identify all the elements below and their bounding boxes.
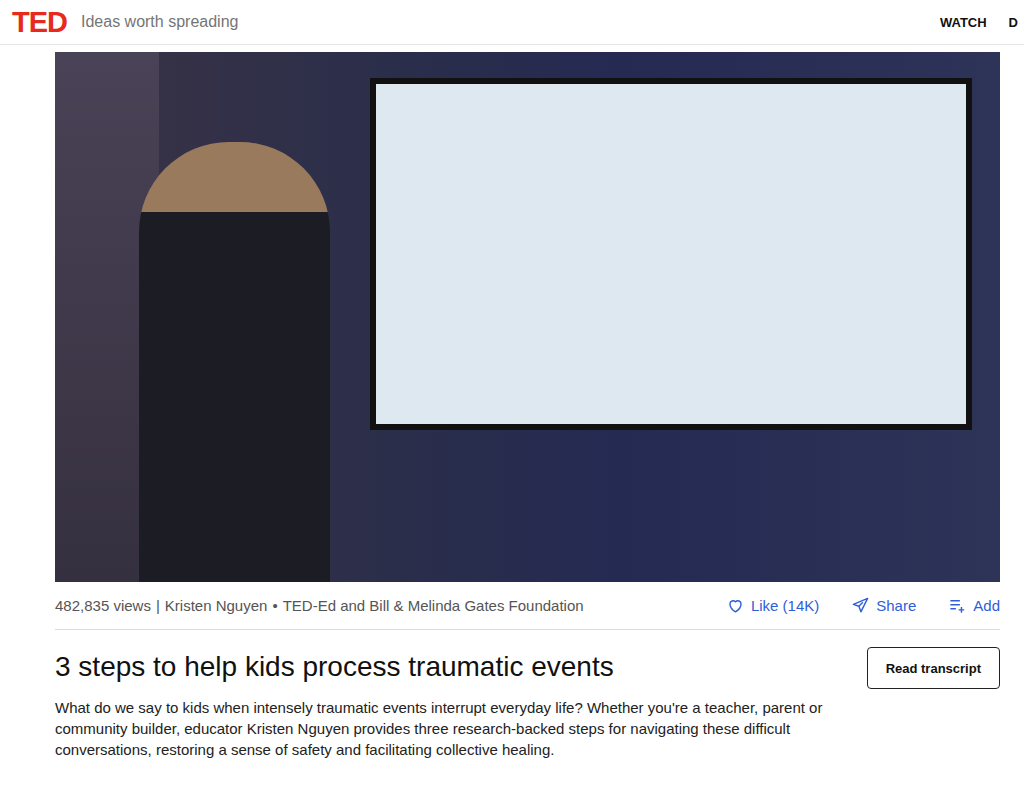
view-count: 482,835 views [55,597,151,614]
talk-description: What do we say to kids when intensely tr… [55,697,855,760]
main-nav: WATCH D [940,15,1018,30]
event-name[interactable]: TED-Ed and Bill & Melinda Gates Foundati… [283,597,584,614]
like-button[interactable]: Like (14K) [726,596,819,615]
video-player[interactable] [55,52,1000,582]
talk-meta: 482,835 views | Kristen Nguyen• TED-Ed and … [55,597,584,614]
add-button[interactable]: Add [948,596,1000,615]
nav-item[interactable]: D [1009,15,1018,30]
talk-content: 482,835 views | Kristen Nguyen• TED-Ed and … [55,52,1000,760]
read-transcript-button[interactable]: Read transcript [867,647,1000,689]
talk-actions: Like (14K) Share Add [726,596,1000,615]
tagline: Ideas worth spreading [81,13,238,31]
paper-plane-icon [851,596,870,615]
title-row: 3 steps to help kids process traumatic e… [55,647,1000,689]
heart-icon [726,596,745,615]
stage-screen [330,52,1000,582]
nav-item[interactable]: WATCH [940,15,987,30]
speaker-name[interactable]: Kristen Nguyen [165,597,268,614]
slide [370,78,972,430]
meta-row: 482,835 views | Kristen Nguyen• TED-Ed and … [55,582,1000,630]
site-header: TED Ideas worth spreading WATCH D [0,0,1024,45]
talk-title: 3 steps to help kids process traumatic e… [55,651,614,683]
bullet: • [272,597,277,614]
share-button[interactable]: Share [851,596,916,615]
separator: | [156,597,160,614]
page: TED Ideas worth spreading WATCH D 482,835 vi… [0,0,1024,785]
speaker-figure [139,142,330,582]
add-list-icon [948,596,967,615]
ted-logo[interactable]: TED [12,6,67,39]
